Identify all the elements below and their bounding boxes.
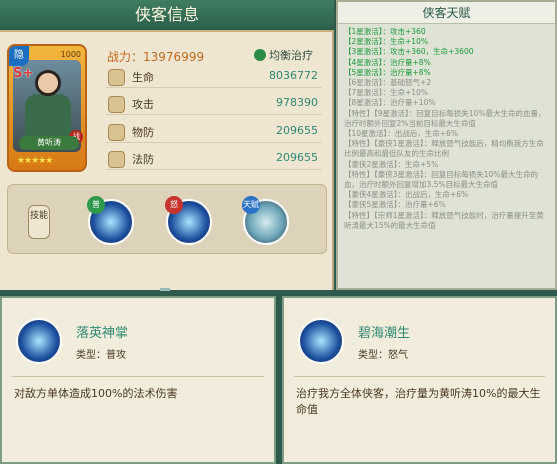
skill-name: 碧海潮生 (358, 326, 411, 341)
skill-type-badge: 怒 (165, 196, 183, 214)
heal-role-icon (254, 49, 266, 61)
talent-item: 【7星激活】：生命+10% (344, 88, 428, 98)
fist-icon (108, 96, 125, 113)
hero-card[interactable]: 隐 S+ 1000 战 黄听涛 ★★★★★ (7, 44, 87, 172)
palm-skill-icon (16, 318, 62, 364)
talent-item: 【2星激活】：生命+10% (344, 37, 428, 47)
skill-bar: 技能 普 怒 天赋 (7, 184, 327, 254)
scrollbar[interactable] (160, 288, 170, 291)
talent-item: 【豪侠2星激活】：生命+5% (344, 159, 439, 169)
stat-value: 209655 (276, 151, 318, 164)
talent-item: 【4星激活】：治疗量+8% (344, 57, 431, 67)
hero-head-art (35, 70, 61, 96)
skill-type: 类型：怒气 (358, 350, 408, 361)
hidden-tag: 隐 (9, 46, 29, 66)
skill-slot-talent[interactable]: 天赋 (242, 196, 289, 245)
talent-item: 【5星激活】：治疗量+8% (344, 67, 431, 77)
stat-label: 攻击 (132, 98, 154, 111)
hero-level: 1000 (60, 50, 81, 59)
hero-info-title: 侠客信息 (0, 0, 334, 32)
talent-item: 【10星激活】：出战后，生命+6% (344, 129, 458, 139)
hero-name: 黄听涛 (19, 136, 79, 150)
stat-label: 生命 (132, 71, 154, 84)
wave-skill-icon (298, 318, 344, 364)
stat-value: 209655 (276, 124, 318, 137)
talent-item: 【3星激活】：攻击+360，生命+3600 (344, 47, 474, 57)
talent-item: 【1星激活】：攻击+360 (344, 27, 426, 36)
talent-item: 【特性】【9星激活】：回复目标每损失10%最大生命的血量，治疗时额外回复2%当前… (344, 108, 546, 128)
talent-item: 【特性】【宗师1星激活】：释放怒气技能时，治疗量提升至黄听涛最大15%的最大生命… (344, 210, 544, 230)
skill-type-badge: 普 (87, 196, 105, 214)
stat-value: 8036772 (269, 69, 318, 82)
power-display: 战力：13976999 (107, 48, 204, 65)
skill-description: 治疗我方全体侠客，治疗量为黄听涛10%的最大生命值 (296, 387, 541, 416)
skill-type-badge: 天赋 (242, 196, 260, 214)
talent-item: 【特性】【豪侠3星激活】：回复目标每损失10%最大生命的血，治疗时额外回复增加3… (344, 169, 538, 190)
role-display: 均衡治疗 (254, 47, 313, 63)
talent-title: 侠客天赋 (338, 2, 555, 24)
skill-button[interactable]: 技能 (28, 205, 50, 239)
stat-row-magic-def: 法防 209655 (106, 148, 322, 170)
divider (294, 376, 545, 377)
talent-item: 【豪侠4星激活】：出战后，生命+6% (344, 190, 469, 200)
hero-stars: ★★★★★ (17, 156, 53, 166)
rank-badge: S+ (13, 66, 34, 81)
power-value: 13976999 (143, 50, 205, 64)
skill-description: 对敌方单体造成100%的法术伤害 (14, 387, 178, 400)
stat-label: 法防 (132, 153, 154, 166)
stat-value: 978390 (276, 96, 318, 109)
skill-slot-rage[interactable]: 怒 (165, 196, 212, 245)
talent-item: 【8星激活】：治疗量+10% (344, 98, 436, 108)
power-label: 战力： (107, 50, 144, 64)
skill-detail-card: 落英神掌 类型：普攻 对敌方单体造成100%的法术伤害 (0, 296, 276, 464)
talent-item: 【特性】【豪侠1星激活】：释放怒气技能后，精均衡我方生命比例最高和最低队友的生命… (344, 139, 544, 159)
talent-item: 【6星激活】：基础怒气+2 (344, 78, 432, 88)
talent-panel: 侠客天赋 【1星激活】：攻击+360 【2星激活】：生命+10% 【3星激活】：攻击… (336, 0, 557, 290)
divider (12, 376, 264, 377)
skill-type: 类型：普攻 (76, 350, 126, 361)
talent-list[interactable]: 【1星激活】：攻击+360 【2星激活】：生命+10% 【3星激活】：攻击+360，… (338, 24, 555, 234)
stat-label: 物防 (132, 126, 154, 139)
heart-icon (108, 69, 125, 86)
skill-detail-card: 碧海潮生 类型：怒气 治疗我方全体侠客，治疗量为黄听涛10%的最大生命值 (282, 296, 557, 464)
shield-icon (108, 124, 125, 141)
stat-row-hp: 生命 8036772 (106, 66, 322, 88)
hero-info-panel: 侠客信息 隐 S+ 1000 战 黄听涛 ★★★★★ 战力：13976999 均… (0, 0, 334, 291)
role-label: 均衡治疗 (269, 49, 313, 62)
stat-row-attack: 攻击 978390 (106, 93, 322, 115)
talent-item: 【豪侠5星激活】：治疗量+6% (344, 200, 446, 210)
stat-row-phys-def: 物防 209655 (106, 121, 322, 143)
skill-slot-normal[interactable]: 普 (87, 196, 134, 245)
magic-shield-icon (108, 151, 125, 168)
skill-name: 落英神掌 (76, 326, 129, 341)
